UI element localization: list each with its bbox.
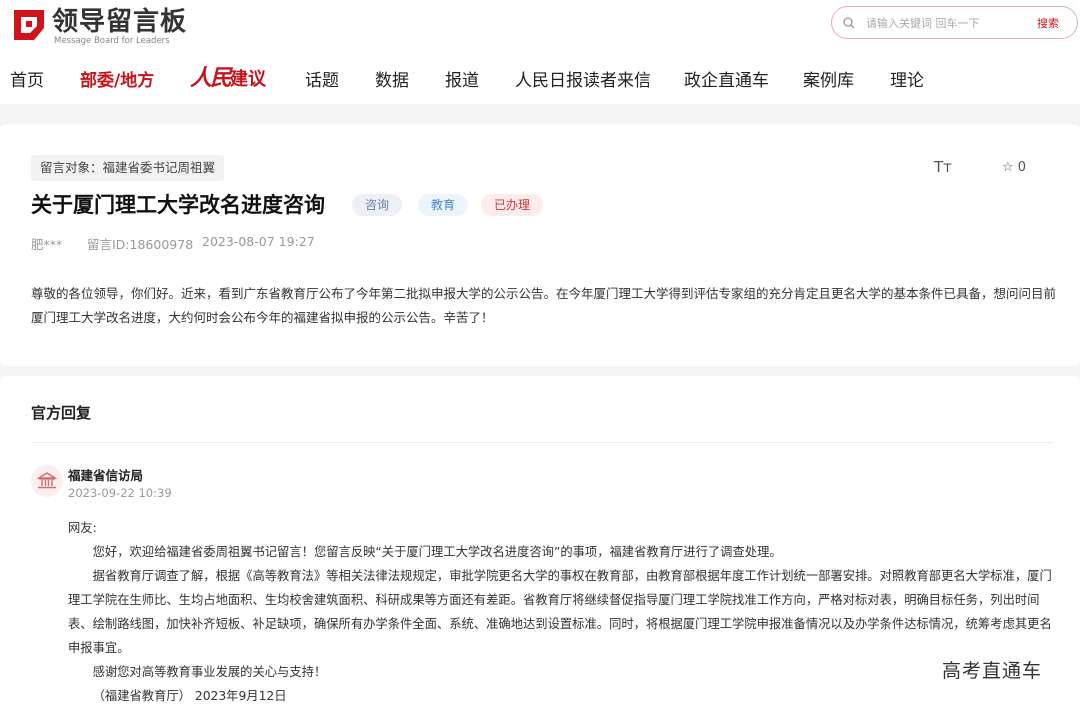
message-author: 肥*** <box>31 237 63 252</box>
logo-subtitle: Message Board for Leaders <box>54 36 170 46</box>
reply-body: 网友: 您好，欢迎给福建省委周祖翼书记留言！您留言反映“关于厦门理工大学改名进度… <box>68 516 1058 707</box>
nav-ministries-local[interactable]: 部委/地方 <box>80 66 154 91</box>
divider <box>31 442 1053 443</box>
tag-consult: 咨询 <box>352 194 403 216</box>
reply-signature: （福建省教育厅） 2023年9月12日 <box>92 689 287 703</box>
message-target: 留言对象：福建省委书记周祖翼 <box>31 155 225 181</box>
font-size-icon[interactable]: Tт <box>934 158 952 176</box>
reply-org-name: 福建省信访局 <box>68 468 144 483</box>
nav-data[interactable]: 数据 <box>375 66 409 91</box>
site-logo[interactable]: 领导留言板 Message Board for Leaders <box>10 6 200 46</box>
search-input[interactable] <box>866 14 1026 32</box>
nav-brand-suggestion: 建议 <box>230 69 267 90</box>
reply-time: 2023-09-22 10:39 <box>68 486 172 500</box>
favorite-star-icon[interactable]: ☆ 0 <box>1002 160 1026 175</box>
government-building-icon <box>36 472 58 489</box>
nav-reports[interactable]: 报道 <box>445 66 479 91</box>
reply-paragraph-2: 据省教育厅调查了解，根据《高等教育法》等相关法律法规规定，审批学院更名大学的事权… <box>68 569 1052 655</box>
nav-people-suggestions[interactable]: 人民建议 <box>190 60 266 92</box>
message-id: 留言ID:18600978 <box>87 237 194 252</box>
status-badge: 已办理 <box>481 194 544 216</box>
search-button[interactable]: 搜索 <box>1037 15 1059 31</box>
nav-home[interactable]: 首页 <box>10 66 44 91</box>
reply-paragraph-3: 感谢您对高等教育事业发展的关心与支持！ <box>92 665 327 679</box>
message-date: 2023-08-07 19:27 <box>202 234 315 249</box>
reply-greeting: 网友: <box>68 521 97 535</box>
site-header: 领导留言板 Message Board for Leaders 搜索 首页 部委… <box>0 0 1080 104</box>
nav-topics[interactable]: 话题 <box>305 66 339 91</box>
reply-heading: 官方回复 <box>31 404 92 422</box>
nav-theory[interactable]: 理论 <box>890 66 924 91</box>
nav-gov-enterprise[interactable]: 政企直通车 <box>684 66 769 91</box>
search-box: 搜索 <box>831 6 1078 39</box>
nav-case-library[interactable]: 案例库 <box>803 66 854 91</box>
nav-readers-letters[interactable]: 人民日报读者来信 <box>515 66 651 91</box>
nav-brand-people: 人民 <box>190 65 232 91</box>
main-nav: 首页 部委/地方 人民建议 话题 数据 报道 人民日报读者来信 政企直通车 案例… <box>0 60 1080 96</box>
watermark: 高考直通车 <box>942 660 1043 682</box>
reply-paragraph-1: 您好，欢迎给福建省委周祖翼书记留言！您留言反映“关于厦门理工大学改名进度咨询”的… <box>92 545 782 559</box>
tag-education: 教育 <box>418 194 469 216</box>
avatar <box>31 465 63 497</box>
message-content: 尊敬的各位领导，你们好。近来，看到广东省教育厅公布了今年第二批拟申报大学的公示公… <box>31 286 1057 325</box>
message-title: 关于厦门理工大学改名进度咨询 <box>31 193 325 217</box>
search-icon <box>843 17 855 29</box>
logo-mark-icon <box>14 10 44 40</box>
logo-title: 领导留言板 <box>52 7 188 37</box>
